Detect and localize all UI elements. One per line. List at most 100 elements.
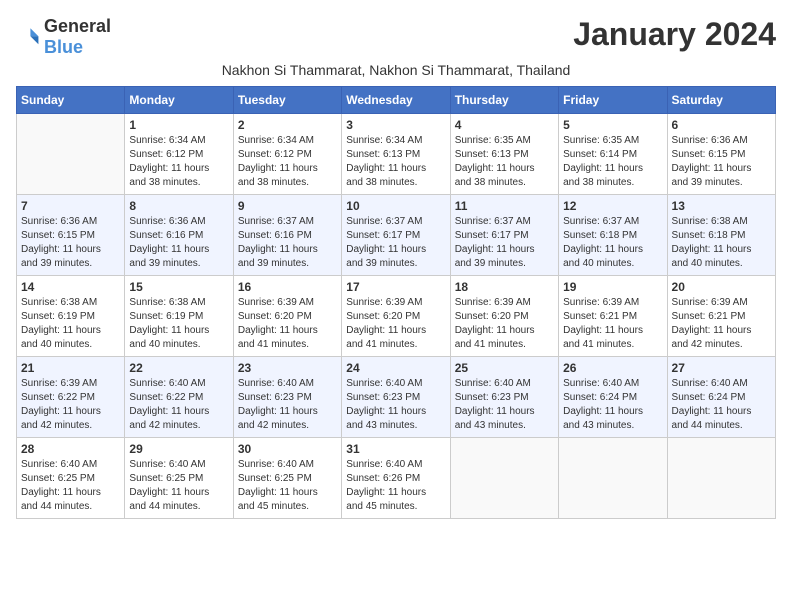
calendar-cell — [17, 114, 125, 195]
day-number: 28 — [21, 442, 120, 456]
calendar-cell: 1Sunrise: 6:34 AMSunset: 6:12 PMDaylight… — [125, 114, 233, 195]
day-info: Sunrise: 6:38 AMSunset: 6:19 PMDaylight:… — [21, 296, 120, 352]
calendar-cell — [667, 438, 775, 519]
day-number: 17 — [346, 280, 445, 294]
calendar-cell: 20Sunrise: 6:39 AMSunset: 6:21 PMDayligh… — [667, 276, 775, 357]
day-info: Sunrise: 6:34 AMSunset: 6:12 PMDaylight:… — [129, 134, 228, 190]
calendar-cell — [559, 438, 667, 519]
day-header-tuesday: Tuesday — [233, 87, 341, 114]
day-number: 29 — [129, 442, 228, 456]
day-info: Sunrise: 6:40 AMSunset: 6:22 PMDaylight:… — [129, 377, 228, 433]
day-info: Sunrise: 6:39 AMSunset: 6:21 PMDaylight:… — [563, 296, 662, 352]
calendar-cell: 18Sunrise: 6:39 AMSunset: 6:20 PMDayligh… — [450, 276, 558, 357]
day-info: Sunrise: 6:35 AMSunset: 6:14 PMDaylight:… — [563, 134, 662, 190]
day-info: Sunrise: 6:37 AMSunset: 6:16 PMDaylight:… — [238, 215, 337, 271]
day-info: Sunrise: 6:40 AMSunset: 6:24 PMDaylight:… — [672, 377, 771, 433]
day-info: Sunrise: 6:40 AMSunset: 6:24 PMDaylight:… — [563, 377, 662, 433]
day-info: Sunrise: 6:40 AMSunset: 6:25 PMDaylight:… — [129, 458, 228, 514]
logo-general: General — [44, 16, 111, 36]
day-info: Sunrise: 6:37 AMSunset: 6:17 PMDaylight:… — [455, 215, 554, 271]
calendar-cell: 16Sunrise: 6:39 AMSunset: 6:20 PMDayligh… — [233, 276, 341, 357]
calendar-cell: 29 Sunrise: 6:40 AMSunset: 6:25 PMDayligh… — [125, 438, 233, 519]
day-number: 6 — [672, 118, 771, 132]
calendar-cell: 11 Sunrise: 6:37 AMSunset: 6:17 PMDayligh… — [450, 195, 558, 276]
day-number: 5 — [563, 118, 662, 132]
day-info: Sunrise: 6:35 AMSunset: 6:13 PMDaylight:… — [455, 134, 554, 190]
calendar-cell: 5 Sunrise: 6:35 AMSunset: 6:14 PMDaylight… — [559, 114, 667, 195]
calendar-cell: 30 Sunrise: 6:40 AMSunset: 6:25 PMDayligh… — [233, 438, 341, 519]
day-info: Sunrise: 6:37 AMSunset: 6:18 PMDaylight:… — [563, 215, 662, 271]
day-number: 15 — [129, 280, 228, 294]
day-number: 23 — [238, 361, 337, 375]
day-number: 25 — [455, 361, 554, 375]
week-row-4: 21 Sunrise: 6:39 AMSunset: 6:22 PMDayligh… — [17, 357, 776, 438]
week-row-1: 1Sunrise: 6:34 AMSunset: 6:12 PMDaylight… — [17, 114, 776, 195]
day-number: 3 — [346, 118, 445, 132]
calendar-cell: 19 Sunrise: 6:39 AMSunset: 6:21 PMDayligh… — [559, 276, 667, 357]
day-number: 27 — [672, 361, 771, 375]
day-number: 11 — [455, 199, 554, 213]
day-info: Sunrise: 6:39 AMSunset: 6:20 PMDaylight:… — [238, 296, 337, 352]
day-number: 9 — [238, 199, 337, 213]
calendar-cell: 25 Sunrise: 6:40 AMSunset: 6:23 PMDayligh… — [450, 357, 558, 438]
header: General Blue January 2024 — [16, 16, 776, 58]
day-header-sunday: Sunday — [17, 87, 125, 114]
day-number: 7 — [21, 199, 120, 213]
day-number: 14 — [21, 280, 120, 294]
day-info: Sunrise: 6:40 AMSunset: 6:23 PMDaylight:… — [455, 377, 554, 433]
calendar-cell: 15 Sunrise: 6:38 AMSunset: 6:19 PMDayligh… — [125, 276, 233, 357]
day-info: Sunrise: 6:38 AMSunset: 6:18 PMDaylight:… — [672, 215, 771, 271]
day-info: Sunrise: 6:34 AMSunset: 6:13 PMDaylight:… — [346, 134, 445, 190]
day-info: Sunrise: 6:40 AMSunset: 6:25 PMDaylight:… — [238, 458, 337, 514]
day-number: 18 — [455, 280, 554, 294]
day-info: Sunrise: 6:40 AMSunset: 6:25 PMDaylight:… — [21, 458, 120, 514]
day-number: 22 — [129, 361, 228, 375]
title-block: January 2024 — [573, 16, 776, 53]
calendar-cell: 13 Sunrise: 6:38 AMSunset: 6:18 PMDayligh… — [667, 195, 775, 276]
day-info: Sunrise: 6:34 AMSunset: 6:12 PMDaylight:… — [238, 134, 337, 190]
day-info: Sunrise: 6:40 AMSunset: 6:26 PMDaylight:… — [346, 458, 445, 514]
week-row-2: 7 Sunrise: 6:36 AMSunset: 6:15 PMDaylight… — [17, 195, 776, 276]
month-year-title: January 2024 — [573, 16, 776, 53]
day-number: 30 — [238, 442, 337, 456]
day-info: Sunrise: 6:40 AMSunset: 6:23 PMDaylight:… — [346, 377, 445, 433]
day-info: Sunrise: 6:39 AMSunset: 6:20 PMDaylight:… — [346, 296, 445, 352]
calendar-cell: 10Sunrise: 6:37 AMSunset: 6:17 PMDayligh… — [342, 195, 450, 276]
logo-blue: Blue — [44, 37, 83, 57]
calendar-cell: 3 Sunrise: 6:34 AMSunset: 6:13 PMDaylight… — [342, 114, 450, 195]
day-header-saturday: Saturday — [667, 87, 775, 114]
calendar-cell: 17 Sunrise: 6:39 AMSunset: 6:20 PMDayligh… — [342, 276, 450, 357]
calendar-cell: 4 Sunrise: 6:35 AMSunset: 6:13 PMDaylight… — [450, 114, 558, 195]
week-row-5: 28 Sunrise: 6:40 AMSunset: 6:25 PMDayligh… — [17, 438, 776, 519]
logo: General Blue — [16, 16, 111, 58]
calendar-cell: 24Sunrise: 6:40 AMSunset: 6:23 PMDayligh… — [342, 357, 450, 438]
day-number: 26 — [563, 361, 662, 375]
day-number: 13 — [672, 199, 771, 213]
calendar-cell — [450, 438, 558, 519]
calendar-cell: 21 Sunrise: 6:39 AMSunset: 6:22 PMDayligh… — [17, 357, 125, 438]
day-number: 19 — [563, 280, 662, 294]
day-header-thursday: Thursday — [450, 87, 558, 114]
day-number: 21 — [21, 361, 120, 375]
day-number: 31 — [346, 442, 445, 456]
calendar-cell: 14 Sunrise: 6:38 AMSunset: 6:19 PMDayligh… — [17, 276, 125, 357]
day-header-friday: Friday — [559, 87, 667, 114]
day-info: Sunrise: 6:36 AMSunset: 6:15 PMDaylight:… — [21, 215, 120, 271]
calendar-cell: 26 Sunrise: 6:40 AMSunset: 6:24 PMDayligh… — [559, 357, 667, 438]
day-header-wednesday: Wednesday — [342, 87, 450, 114]
calendar-cell: 23Sunrise: 6:40 AMSunset: 6:23 PMDayligh… — [233, 357, 341, 438]
calendar-cell: 2Sunrise: 6:34 AMSunset: 6:12 PMDaylight… — [233, 114, 341, 195]
day-number: 4 — [455, 118, 554, 132]
calendar-cell: 31 Sunrise: 6:40 AMSunset: 6:26 PMDayligh… — [342, 438, 450, 519]
calendar-cell: 6Sunrise: 6:36 AMSunset: 6:15 PMDaylight… — [667, 114, 775, 195]
day-info: Sunrise: 6:39 AMSunset: 6:21 PMDaylight:… — [672, 296, 771, 352]
logo-icon — [16, 25, 40, 49]
calendar-cell: 28 Sunrise: 6:40 AMSunset: 6:25 PMDayligh… — [17, 438, 125, 519]
day-headers-row: SundayMondayTuesdayWednesdayThursdayFrid… — [17, 87, 776, 114]
day-header-monday: Monday — [125, 87, 233, 114]
calendar-table: SundayMondayTuesdayWednesdayThursdayFrid… — [16, 86, 776, 519]
day-info: Sunrise: 6:39 AMSunset: 6:22 PMDaylight:… — [21, 377, 120, 433]
day-info: Sunrise: 6:37 AMSunset: 6:17 PMDaylight:… — [346, 215, 445, 271]
location-text: Nakhon Si Thammarat, Nakhon Si Thammarat… — [16, 62, 776, 78]
day-info: Sunrise: 6:38 AMSunset: 6:19 PMDaylight:… — [129, 296, 228, 352]
